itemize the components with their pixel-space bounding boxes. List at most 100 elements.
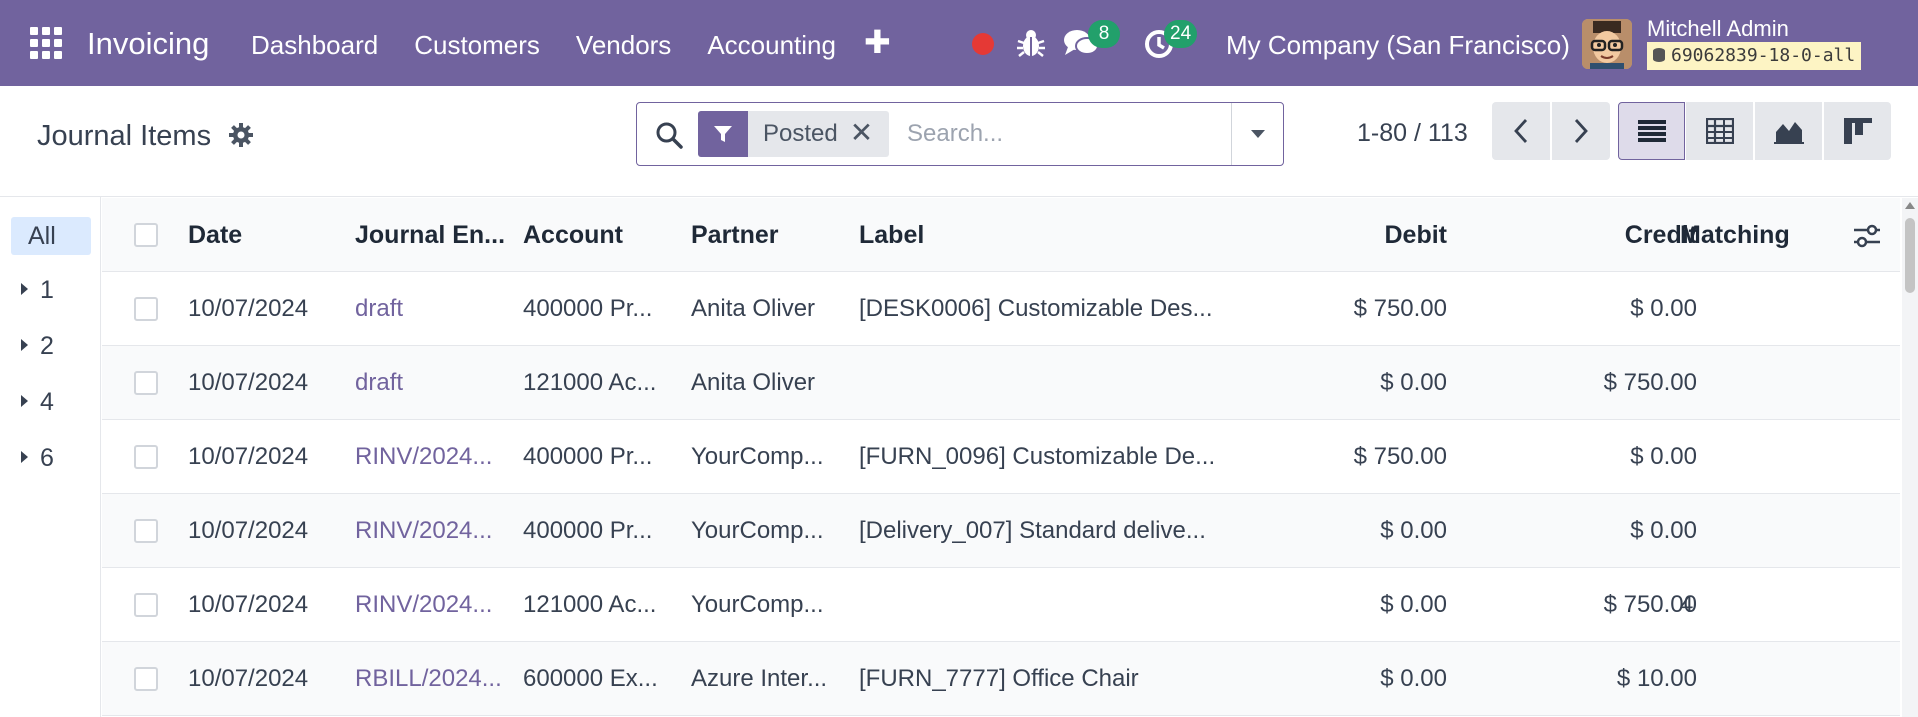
chevron-left-icon — [1514, 119, 1528, 143]
bug-icon[interactable] — [1016, 27, 1046, 59]
pager-next-button[interactable] — [1552, 102, 1610, 160]
search-options-toggle[interactable] — [1231, 103, 1283, 165]
cell-date: 10/07/2024 — [188, 665, 309, 692]
table-row[interactable]: 10/07/2024 RINV/2024... 400000 Pr... You… — [102, 494, 1900, 568]
menu-item-customers[interactable]: Customers — [414, 30, 540, 61]
user-name[interactable]: Mitchell Admin — [1647, 16, 1789, 42]
cell-matching — [1680, 272, 1820, 346]
activities-count-badge: 24 — [1164, 20, 1198, 48]
cell-account: 400000 Pr... — [523, 443, 653, 470]
column-header-date[interactable]: Date — [188, 198, 348, 272]
list-view-button[interactable] — [1618, 102, 1685, 160]
record-dot-icon[interactable] — [972, 33, 994, 55]
search-bar: Posted ✕ — [636, 102, 1284, 166]
cell-debit: $ 0.00 — [1380, 591, 1447, 618]
column-header-credit[interactable]: Credit — [1452, 198, 1697, 272]
kanban-view-button[interactable] — [1824, 102, 1891, 160]
table-header: Date Journal En... Account Partner Label… — [102, 198, 1900, 272]
column-header-partner[interactable]: Partner — [691, 198, 851, 272]
side-panel-item[interactable]: 6 — [21, 444, 54, 473]
journal-items-list: Date Journal En... Account Partner Label… — [102, 198, 1900, 717]
column-header-account[interactable]: Account — [523, 198, 683, 272]
side-panel-item[interactable]: 2 — [21, 332, 54, 361]
menu-item-vendors[interactable]: Vendors — [576, 30, 671, 61]
cell-journal-entry[interactable]: draft — [355, 346, 515, 420]
table-row[interactable]: 10/07/2024 RINV/2024... 121000 Ac... You… — [102, 568, 1900, 642]
cell-matching — [1680, 420, 1820, 494]
caret-right-icon — [21, 339, 28, 351]
cell-debit: $ 750.00 — [1353, 295, 1447, 322]
scroll-up-arrow-icon[interactable] — [1905, 202, 1915, 209]
user-avatar[interactable] — [1582, 19, 1632, 69]
row-checkbox[interactable] — [134, 593, 158, 617]
search-input[interactable] — [907, 113, 1227, 155]
side-panel-item[interactable]: 1 — [21, 276, 54, 305]
cell-credit: $ 0.00 — [1630, 443, 1697, 470]
column-header-debit[interactable]: Debit — [1202, 198, 1448, 272]
top-navbar: Invoicing Dashboard Customers Vendors Ac… — [0, 0, 1918, 86]
caret-right-icon — [21, 451, 28, 463]
table-row[interactable]: 10/07/2024 RBILL/2024... 600000 Ex... Az… — [102, 642, 1900, 716]
cell-account: 121000 Ac... — [523, 369, 657, 396]
database-name: 69062839-18-0-all — [1671, 45, 1856, 66]
side-panel-all[interactable]: All — [11, 217, 91, 255]
graph-view-button[interactable] — [1755, 102, 1822, 160]
side-panel-item-label: 4 — [40, 388, 54, 416]
caret-right-icon — [21, 395, 28, 407]
apps-menu-icon[interactable] — [30, 27, 62, 59]
cell-credit: $ 10.00 — [1616, 665, 1697, 692]
cell-credit: $ 0.00 — [1630, 295, 1697, 322]
gear-icon[interactable] — [229, 123, 253, 147]
row-checkbox[interactable] — [134, 667, 158, 691]
cell-debit: $ 0.00 — [1380, 369, 1447, 396]
cell-account: 121000 Ac... — [523, 591, 657, 618]
vertical-scrollbar[interactable] — [1902, 198, 1918, 717]
cell-matching — [1680, 494, 1820, 568]
column-header-matching[interactable]: Matching — [1680, 198, 1820, 272]
search-icon — [656, 122, 683, 149]
cell-journal-entry[interactable]: RBILL/2024... — [355, 642, 515, 716]
remove-filter-close-icon[interactable]: ✕ — [850, 111, 889, 157]
cell-journal-entry[interactable]: draft — [355, 272, 515, 346]
row-checkbox[interactable] — [134, 371, 158, 395]
cell-date: 10/07/2024 — [188, 517, 309, 544]
app-title[interactable]: Invoicing — [87, 26, 209, 62]
kanban-icon — [1843, 118, 1872, 144]
pager-previous-button[interactable] — [1492, 102, 1550, 160]
cell-account: 400000 Pr... — [523, 517, 653, 544]
cell-date: 10/07/2024 — [188, 369, 309, 396]
cell-credit: $ 0.00 — [1630, 517, 1697, 544]
caret-right-icon — [21, 283, 28, 295]
pivot-view-button[interactable] — [1686, 102, 1753, 160]
table-row[interactable]: 10/07/2024 RINV/2024... 400000 Pr... You… — [102, 420, 1900, 494]
row-checkbox[interactable] — [134, 445, 158, 469]
messages-count-badge: 8 — [1088, 20, 1120, 48]
cell-matching — [1680, 346, 1820, 420]
optional-columns-settings-icon[interactable] — [1852, 223, 1882, 249]
cell-account: 400000 Pr... — [523, 295, 653, 322]
cell-partner: YourComp... — [691, 443, 824, 470]
plus-icon[interactable]: ✚ — [864, 26, 891, 58]
select-all-checkbox[interactable] — [134, 223, 158, 247]
table-row[interactable]: 10/07/2024 draft 121000 Ac... Anita Oliv… — [102, 346, 1900, 420]
company-switcher[interactable]: My Company (San Francisco) — [1226, 30, 1570, 61]
cell-date: 10/07/2024 — [188, 295, 309, 322]
cell-matching: 4 — [1680, 591, 1694, 618]
pivot-table-icon — [1705, 118, 1734, 144]
filter-facet-label: Posted — [763, 120, 838, 147]
pager-value[interactable]: 1-80 / 113 — [1357, 119, 1468, 148]
row-checkbox[interactable] — [134, 297, 158, 321]
column-header-journal-entry[interactable]: Journal En... — [355, 198, 515, 272]
menu-item-accounting[interactable]: Accounting — [707, 30, 836, 61]
table-row[interactable]: 10/07/2024 draft 400000 Pr... Anita Oliv… — [102, 272, 1900, 346]
cell-partner: Anita Oliver — [691, 369, 816, 396]
side-panel-item-label: 2 — [40, 332, 54, 360]
scrollbar-thumb[interactable] — [1905, 218, 1915, 293]
cell-journal-entry[interactable]: RINV/2024... — [355, 568, 515, 642]
cell-journal-entry[interactable]: RINV/2024... — [355, 494, 515, 568]
menu-item-dashboard[interactable]: Dashboard — [251, 30, 378, 61]
side-panel-item[interactable]: 4 — [21, 388, 54, 417]
cell-journal-entry[interactable]: RINV/2024... — [355, 420, 515, 494]
row-checkbox[interactable] — [134, 519, 158, 543]
caret-down-icon — [1250, 130, 1265, 138]
